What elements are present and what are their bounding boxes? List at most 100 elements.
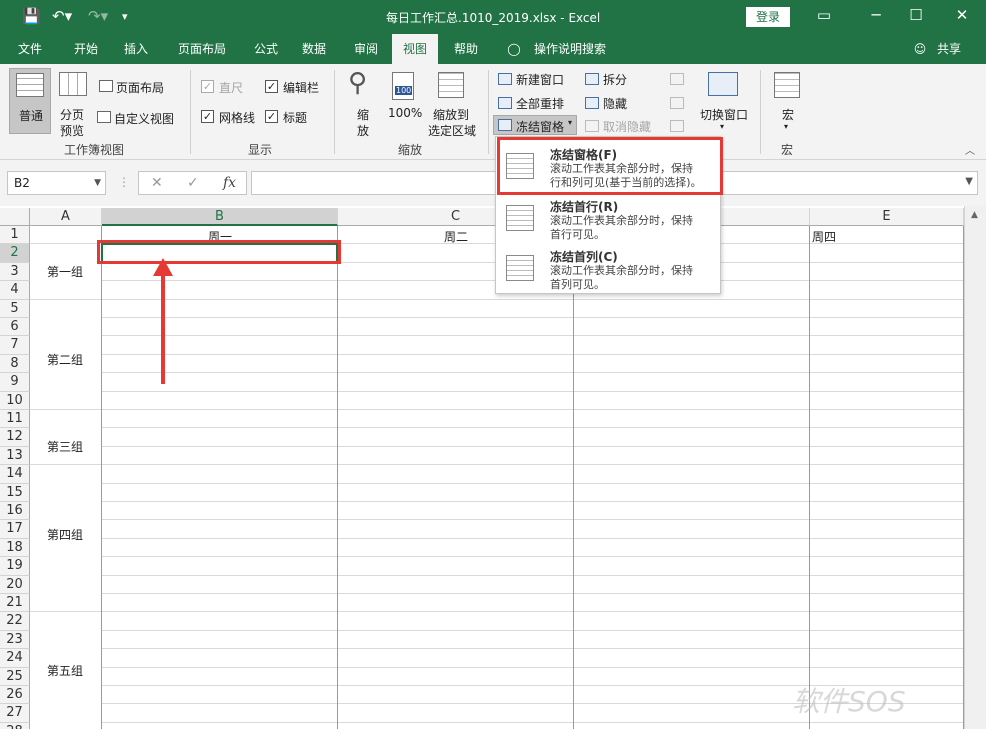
zoom-to-selection-button[interactable]: 缩放到 选定区域 [428, 68, 480, 138]
row-header-20[interactable]: 20 [0, 575, 30, 594]
row-header-25[interactable]: 25 [0, 667, 30, 686]
ruler-checkbox[interactable]: ✓ [201, 80, 214, 93]
enter-icon[interactable]: ✓ [187, 175, 199, 191]
row-header-28[interactable]: 28 [0, 722, 30, 729]
redo-icon[interactable]: ↷▾ [88, 7, 108, 25]
row-header-11[interactable]: 11 [0, 410, 30, 429]
close-icon[interactable]: ✕ [952, 6, 972, 24]
minimize-icon[interactable]: ─ [866, 6, 886, 24]
undo-icon[interactable]: ↶▾ [52, 7, 72, 25]
cell-c1[interactable]: 周二 [444, 228, 468, 245]
tab-home[interactable]: 开始 [64, 34, 108, 64]
row-header-10[interactable]: 10 [0, 391, 30, 410]
chevron-down-icon: ▾ [720, 122, 725, 131]
column-border [101, 226, 102, 729]
reset-window-position-icon[interactable] [670, 120, 684, 132]
arrange-all-button[interactable]: 全部重排 [516, 95, 564, 112]
split-button[interactable]: 拆分 [603, 71, 627, 88]
tab-review[interactable]: 审阅 [344, 34, 388, 64]
zoom-button[interactable]: ⚲ 缩 放 [344, 68, 384, 138]
row-header-12[interactable]: 12 [0, 428, 30, 447]
tab-formulas[interactable]: 公式 [244, 34, 288, 64]
page-break-preview-button[interactable]: 分页 预览 [54, 68, 92, 138]
name-box[interactable]: B2 ▼ [7, 171, 106, 195]
row-header-8[interactable]: 8 [0, 354, 30, 374]
cell-group2[interactable]: 第二组 [47, 351, 83, 368]
tab-insert[interactable]: 插入 [114, 34, 158, 64]
row-header-19[interactable]: 19 [0, 557, 30, 576]
separator [334, 70, 335, 154]
row-header-27[interactable]: 27 [0, 704, 30, 723]
cancel-icon[interactable]: ✕ [151, 175, 163, 191]
ribbon-display-options-icon[interactable]: ▭ [814, 6, 834, 24]
cell-e1[interactable]: 周四 [812, 228, 836, 245]
menu-item-freeze-top-row[interactable]: 冻结首行(R) 滚动工作表其余部分时，保持 首行可见。 [496, 193, 720, 243]
tab-page-layout[interactable]: 页面布局 [170, 34, 234, 64]
column-header-b[interactable]: B [102, 208, 338, 226]
tab-view[interactable]: 视图 [392, 34, 438, 64]
row-header-7[interactable]: 7 [0, 336, 30, 355]
cell-group1[interactable]: 第一组 [47, 263, 83, 280]
view-side-by-side-icon[interactable] [670, 73, 684, 85]
customize-quick-access-icon[interactable]: ▾ [122, 10, 128, 23]
freeze-panes-button[interactable]: 冻结窗格 ▾ [493, 115, 577, 135]
scroll-up-icon[interactable]: ▲ [971, 210, 978, 220]
tab-data[interactable]: 数据 [292, 34, 336, 64]
headings-checkbox[interactable]: ✓ [265, 110, 278, 123]
cell-group4[interactable]: 第四组 [47, 526, 83, 543]
worksheet-grid[interactable]: A B C D E 123456789101112131415161718192… [0, 206, 986, 729]
tell-me-search[interactable]: 操作说明搜索 [530, 34, 610, 64]
row-header-13[interactable]: 13 [0, 446, 30, 466]
row-header-3[interactable]: 3 [0, 262, 30, 282]
page-layout-icon [99, 80, 113, 92]
page-layout-button[interactable]: 页面布局 [116, 79, 164, 96]
maximize-icon[interactable]: ☐ [906, 6, 926, 24]
row-header-17[interactable]: 17 [0, 520, 30, 539]
vertical-scrollbar[interactable]: ▲ [964, 206, 986, 729]
login-button[interactable]: 登录 [746, 7, 790, 27]
collapse-ribbon-icon[interactable]: ︿ [965, 142, 975, 157]
new-window-button[interactable]: 新建窗口 [516, 71, 564, 88]
row-header-23[interactable]: 23 [0, 630, 30, 650]
row-header-16[interactable]: 16 [0, 502, 30, 521]
save-icon[interactable]: 💾 [22, 7, 41, 25]
column-header-a[interactable]: A [30, 208, 102, 226]
row-header-6[interactable]: 6 [0, 318, 30, 337]
row-header-22[interactable]: 22 [0, 612, 30, 631]
switch-window-button[interactable]: 切换窗口 ▾ [696, 68, 752, 138]
insert-function-icon[interactable]: fx [223, 175, 236, 191]
synchronous-scrolling-icon[interactable] [670, 97, 684, 109]
row-header-18[interactable]: 18 [0, 538, 30, 558]
row-header-15[interactable]: 15 [0, 483, 30, 502]
row-header-21[interactable]: 21 [0, 594, 30, 613]
formula-bar-checkbox[interactable]: ✓ [265, 80, 278, 93]
column-header-e[interactable]: E [810, 208, 964, 226]
share-button[interactable]: 共享 [932, 34, 966, 64]
cell-group5[interactable]: 第五组 [47, 662, 83, 679]
zoom-selection-icon [438, 72, 464, 98]
hide-button[interactable]: 隐藏 [603, 95, 627, 112]
cell-group3[interactable]: 第三组 [47, 438, 83, 455]
macros-button[interactable]: 宏 ▾ [768, 68, 808, 138]
row-header-24[interactable]: 24 [0, 649, 30, 668]
menu-item-freeze-first-column[interactable]: 冻结首列(C) 滚动工作表其余部分时，保持 首列可见。 [496, 243, 720, 293]
row-header-9[interactable]: 9 [0, 373, 30, 392]
tab-help[interactable]: 帮助 [444, 34, 488, 64]
row-header-26[interactable]: 26 [0, 686, 30, 705]
custom-view-button[interactable]: 自定义视图 [114, 110, 174, 127]
row-header-4[interactable]: 4 [0, 281, 30, 300]
gridlines-checkbox[interactable]: ✓ [201, 110, 214, 123]
row-header-5[interactable]: 5 [0, 299, 30, 318]
macros-icon [774, 72, 800, 98]
row-gridline [101, 427, 963, 429]
row-gridline [101, 556, 963, 558]
select-all-corner[interactable] [0, 208, 30, 226]
zoom-100-button[interactable]: 100 100% [386, 68, 426, 138]
row-header-1[interactable]: 1 [0, 226, 30, 245]
highlight-box-freeze-panes [497, 137, 723, 195]
row-header-2[interactable]: 2 [0, 244, 30, 263]
row-header-14[interactable]: 14 [0, 465, 30, 484]
tab-file[interactable]: 文件 [8, 34, 52, 64]
normal-view-button[interactable]: 普通 [9, 68, 51, 134]
unhide-button[interactable]: 取消隐藏 [603, 118, 651, 135]
